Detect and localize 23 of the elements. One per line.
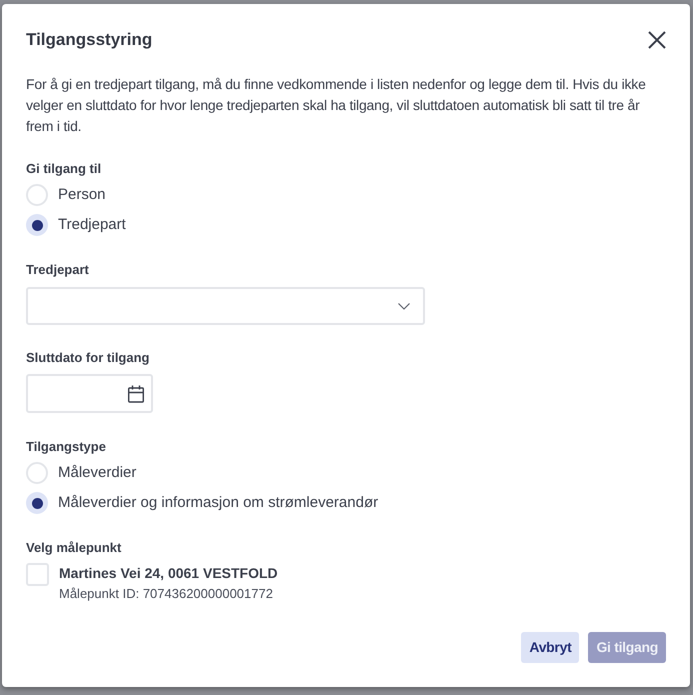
- cancel-button[interactable]: Avbryt: [521, 632, 580, 663]
- option-label: Tredjepart: [58, 215, 126, 235]
- radio-button[interactable]: [26, 214, 48, 236]
- metering-point-id: Målepunkt ID: 707436200000001772: [59, 585, 273, 603]
- calendar-icon[interactable]: [127, 384, 145, 402]
- checkbox[interactable]: [26, 563, 49, 586]
- radio-button[interactable]: [26, 184, 48, 206]
- field-label: Tredjepart: [26, 261, 89, 279]
- section-label: Tilgangstype: [26, 438, 106, 456]
- section-label: Gi tilgang til: [26, 160, 102, 178]
- date-field[interactable]: [26, 374, 153, 413]
- option-label: Person: [58, 185, 106, 205]
- chevron-down-icon: [398, 302, 410, 310]
- dialog-title: Tilgangsstyring: [26, 29, 152, 51]
- radio-button[interactable]: [26, 462, 48, 484]
- close-icon[interactable]: [648, 31, 666, 49]
- section-label: Velg målepunkt: [26, 539, 122, 557]
- radio-button[interactable]: [26, 492, 48, 514]
- address-text: Martines Vei 24, 0061 VESTFOLD: [59, 564, 278, 583]
- option-label: Måleverdier: [58, 463, 136, 483]
- option-label: Måleverdier og informasjon om strømleverandør: [58, 493, 378, 513]
- field-label: Sluttdato for tilgang: [26, 349, 150, 367]
- description-text: For å gi en tredjepart tilgang, må du finne vedkommende i listen nedenfor og legge dem til. Hvis du ikke velger en sluttdato for hvor lenge tredjeparten skal ha tilgang, vil sluttdatoen automatisk bli satt til tre år frem i tid.: [26, 75, 647, 136]
